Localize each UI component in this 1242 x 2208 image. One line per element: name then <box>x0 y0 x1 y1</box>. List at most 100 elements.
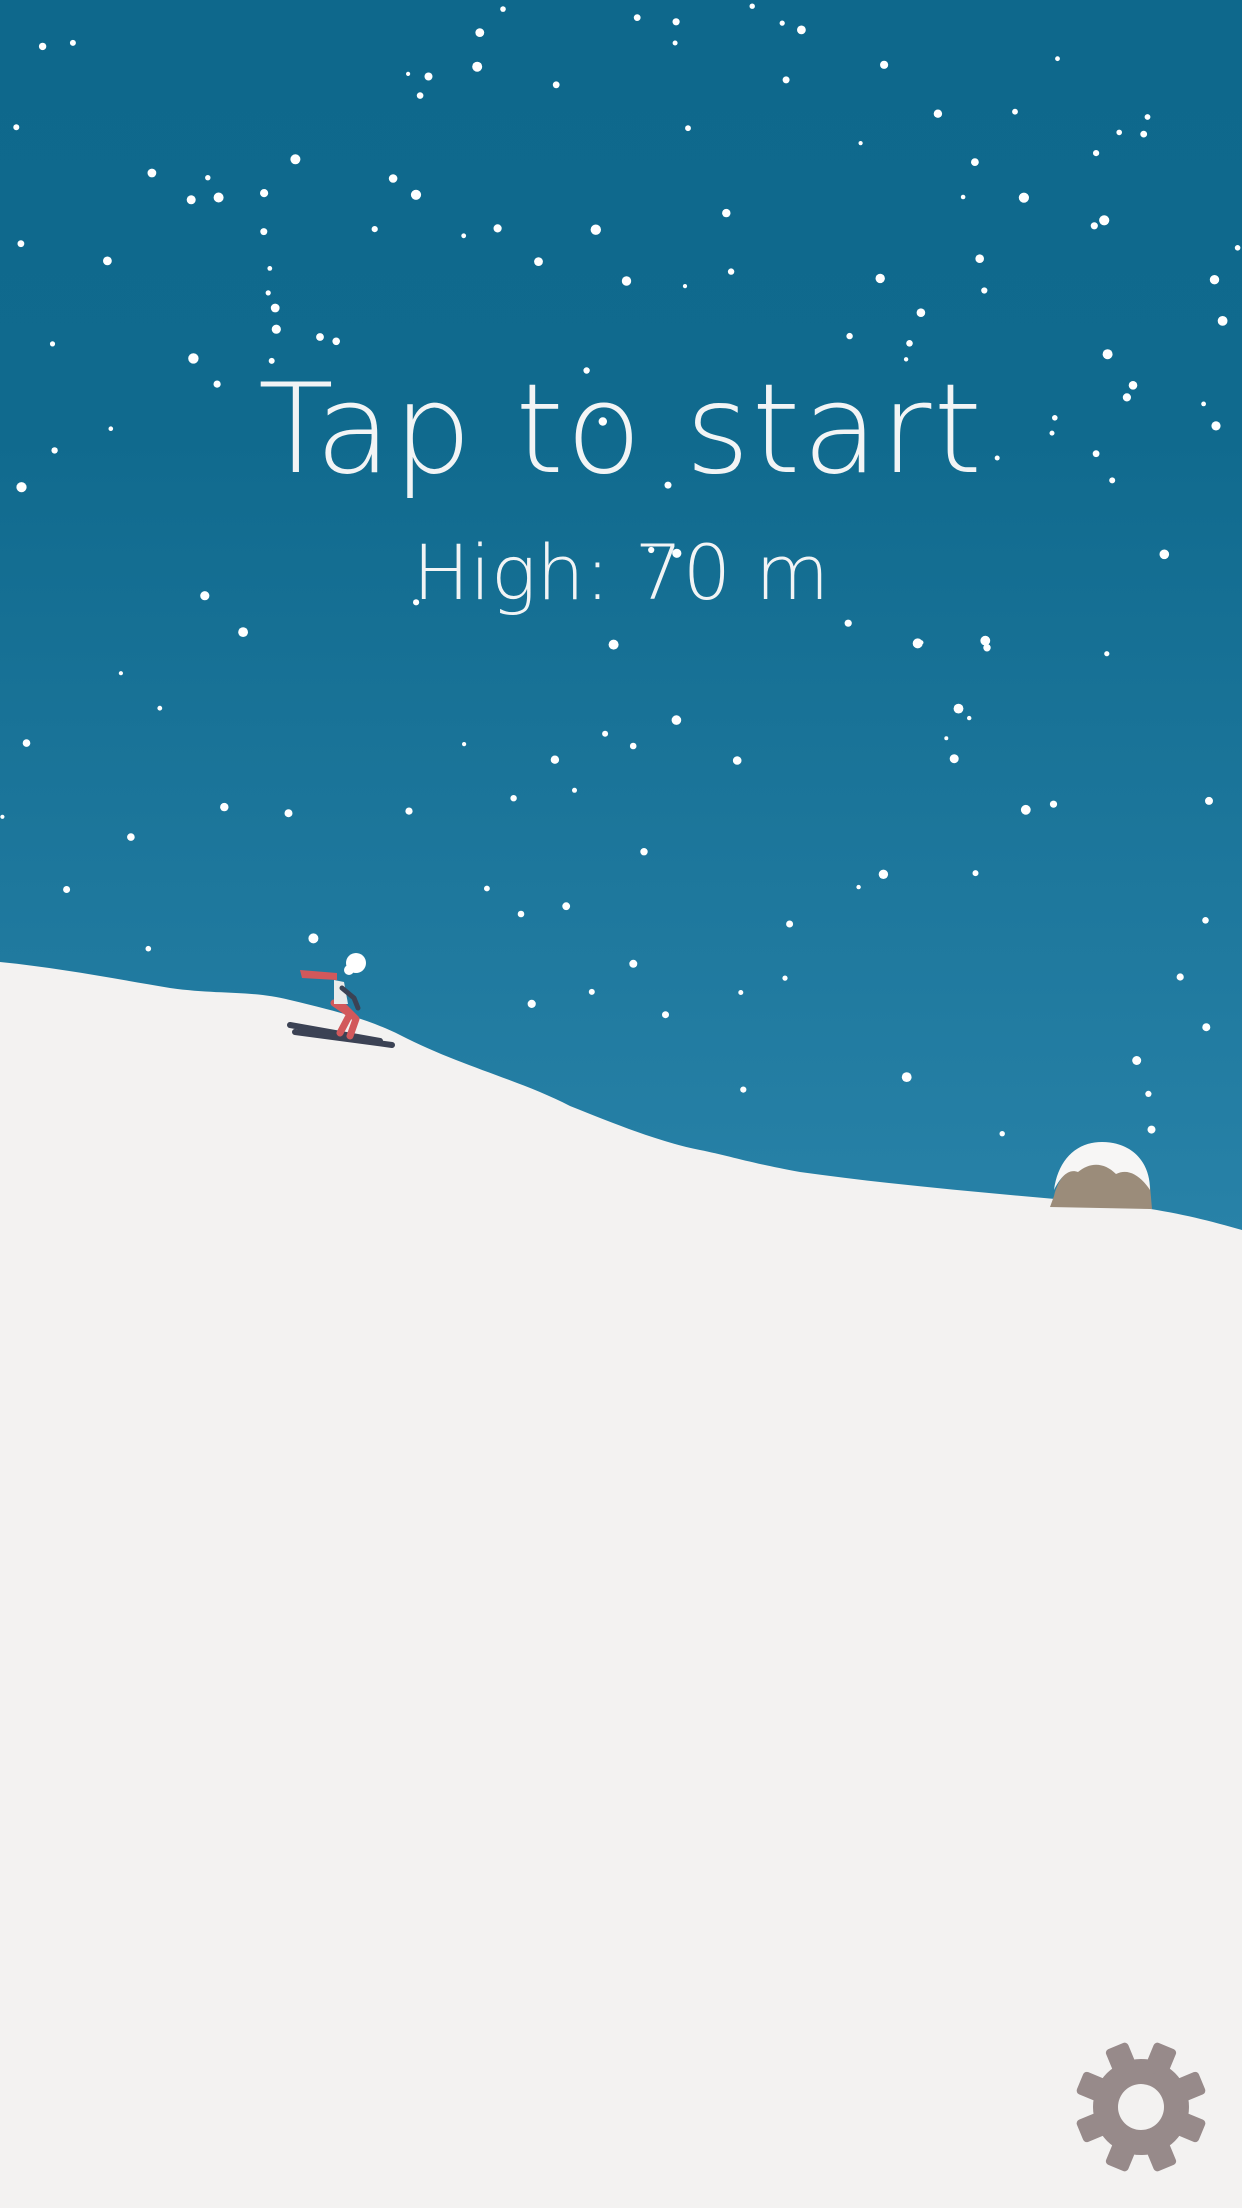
snowflake <box>38 42 47 51</box>
snowflake <box>534 257 543 266</box>
snowflake <box>786 920 794 928</box>
snowflake <box>475 28 485 37</box>
snowflake <box>944 736 949 741</box>
snowflake <box>919 640 924 645</box>
snowflake <box>270 303 280 313</box>
snowflake <box>484 885 490 892</box>
snowflake <box>472 61 483 72</box>
snowflake <box>562 902 571 911</box>
snowflake <box>949 754 959 764</box>
snowflake <box>779 20 785 26</box>
snowflake <box>424 72 433 81</box>
snowflake <box>1055 56 1060 62</box>
snowflake <box>49 341 56 347</box>
snowflake <box>267 266 273 271</box>
snowflake <box>213 192 224 203</box>
snowflake <box>1202 1023 1211 1032</box>
snowflake <box>517 910 525 918</box>
snowflake <box>901 1072 912 1082</box>
snowflake <box>933 109 943 118</box>
snowflake <box>1116 129 1122 136</box>
tap-to-start-text: Tap to start <box>257 358 985 502</box>
snowflake <box>145 945 152 952</box>
snowflake <box>844 619 852 627</box>
snowflake <box>738 990 744 995</box>
snowflake <box>880 60 889 69</box>
snowflake <box>1145 1090 1152 1097</box>
snowflake <box>797 25 806 35</box>
snowflake <box>856 884 861 890</box>
snowflake <box>22 739 31 747</box>
snowflake <box>69 39 76 46</box>
snowflake <box>633 14 641 21</box>
snowflake <box>510 795 517 802</box>
snowflake <box>999 1131 1005 1137</box>
snowflake <box>405 807 413 815</box>
game-canvas[interactable]: Tap to start High: 70 m <box>0 0 1242 2208</box>
snowflake <box>975 254 984 263</box>
snowflake <box>103 256 112 266</box>
snowflake <box>550 755 560 764</box>
snowflake <box>461 233 467 239</box>
snowflake <box>388 174 398 183</box>
snowflake <box>588 988 595 995</box>
snowflake <box>875 273 885 284</box>
snowflake <box>17 240 25 248</box>
snowflake <box>971 158 979 167</box>
snowflake <box>271 324 281 334</box>
gear-icon <box>1076 2042 1206 2172</box>
snowflake <box>967 715 972 721</box>
snowflake <box>493 224 502 233</box>
snowflake <box>308 933 319 944</box>
settings-button[interactable] <box>1066 2032 1216 2182</box>
snowflake <box>1090 222 1098 230</box>
snowflake <box>972 870 979 877</box>
snowflake <box>572 787 577 793</box>
snowflake <box>1202 917 1209 924</box>
snowflake <box>1140 130 1148 138</box>
snowflake <box>1217 316 1228 326</box>
snowflake <box>960 194 966 200</box>
snowflake <box>722 208 731 218</box>
snowflake <box>590 224 601 235</box>
snowflake <box>1049 800 1058 808</box>
snowflake <box>186 195 196 205</box>
snowflake <box>63 886 71 893</box>
snowflake <box>846 332 853 340</box>
snowflake <box>916 308 926 318</box>
snowflake <box>640 848 648 856</box>
snowflake <box>147 168 157 178</box>
snowflake <box>1176 973 1184 981</box>
snowflake <box>906 340 913 347</box>
snowflake <box>672 40 678 46</box>
snowflake <box>552 81 560 89</box>
snowflake <box>727 268 735 275</box>
snowflake <box>1234 245 1241 251</box>
snowflake <box>662 1011 669 1019</box>
snowflake <box>371 226 378 233</box>
snowflake <box>462 742 467 747</box>
snowflake <box>980 635 991 646</box>
snowflake <box>1132 1056 1142 1065</box>
snowflake <box>1018 192 1029 203</box>
snowflake <box>782 975 788 981</box>
snowflake <box>406 71 411 76</box>
snowflake <box>1209 275 1220 285</box>
snowflake <box>410 189 422 200</box>
snowflake <box>316 333 324 341</box>
snowflake <box>284 809 293 818</box>
snowflake <box>621 276 632 286</box>
high-score-text: High: 70 m <box>412 528 830 617</box>
snowflake <box>1093 150 1100 157</box>
snowflake <box>782 76 790 84</box>
snowflake <box>629 959 638 968</box>
snowflake <box>629 742 637 750</box>
snowflake <box>118 671 123 676</box>
snowflake <box>685 125 691 132</box>
snowflake <box>1012 108 1018 115</box>
snowflake <box>0 814 5 819</box>
snowflake <box>290 154 301 165</box>
snowflake <box>500 6 506 12</box>
snowflake <box>220 802 229 812</box>
snowflake <box>878 869 889 879</box>
